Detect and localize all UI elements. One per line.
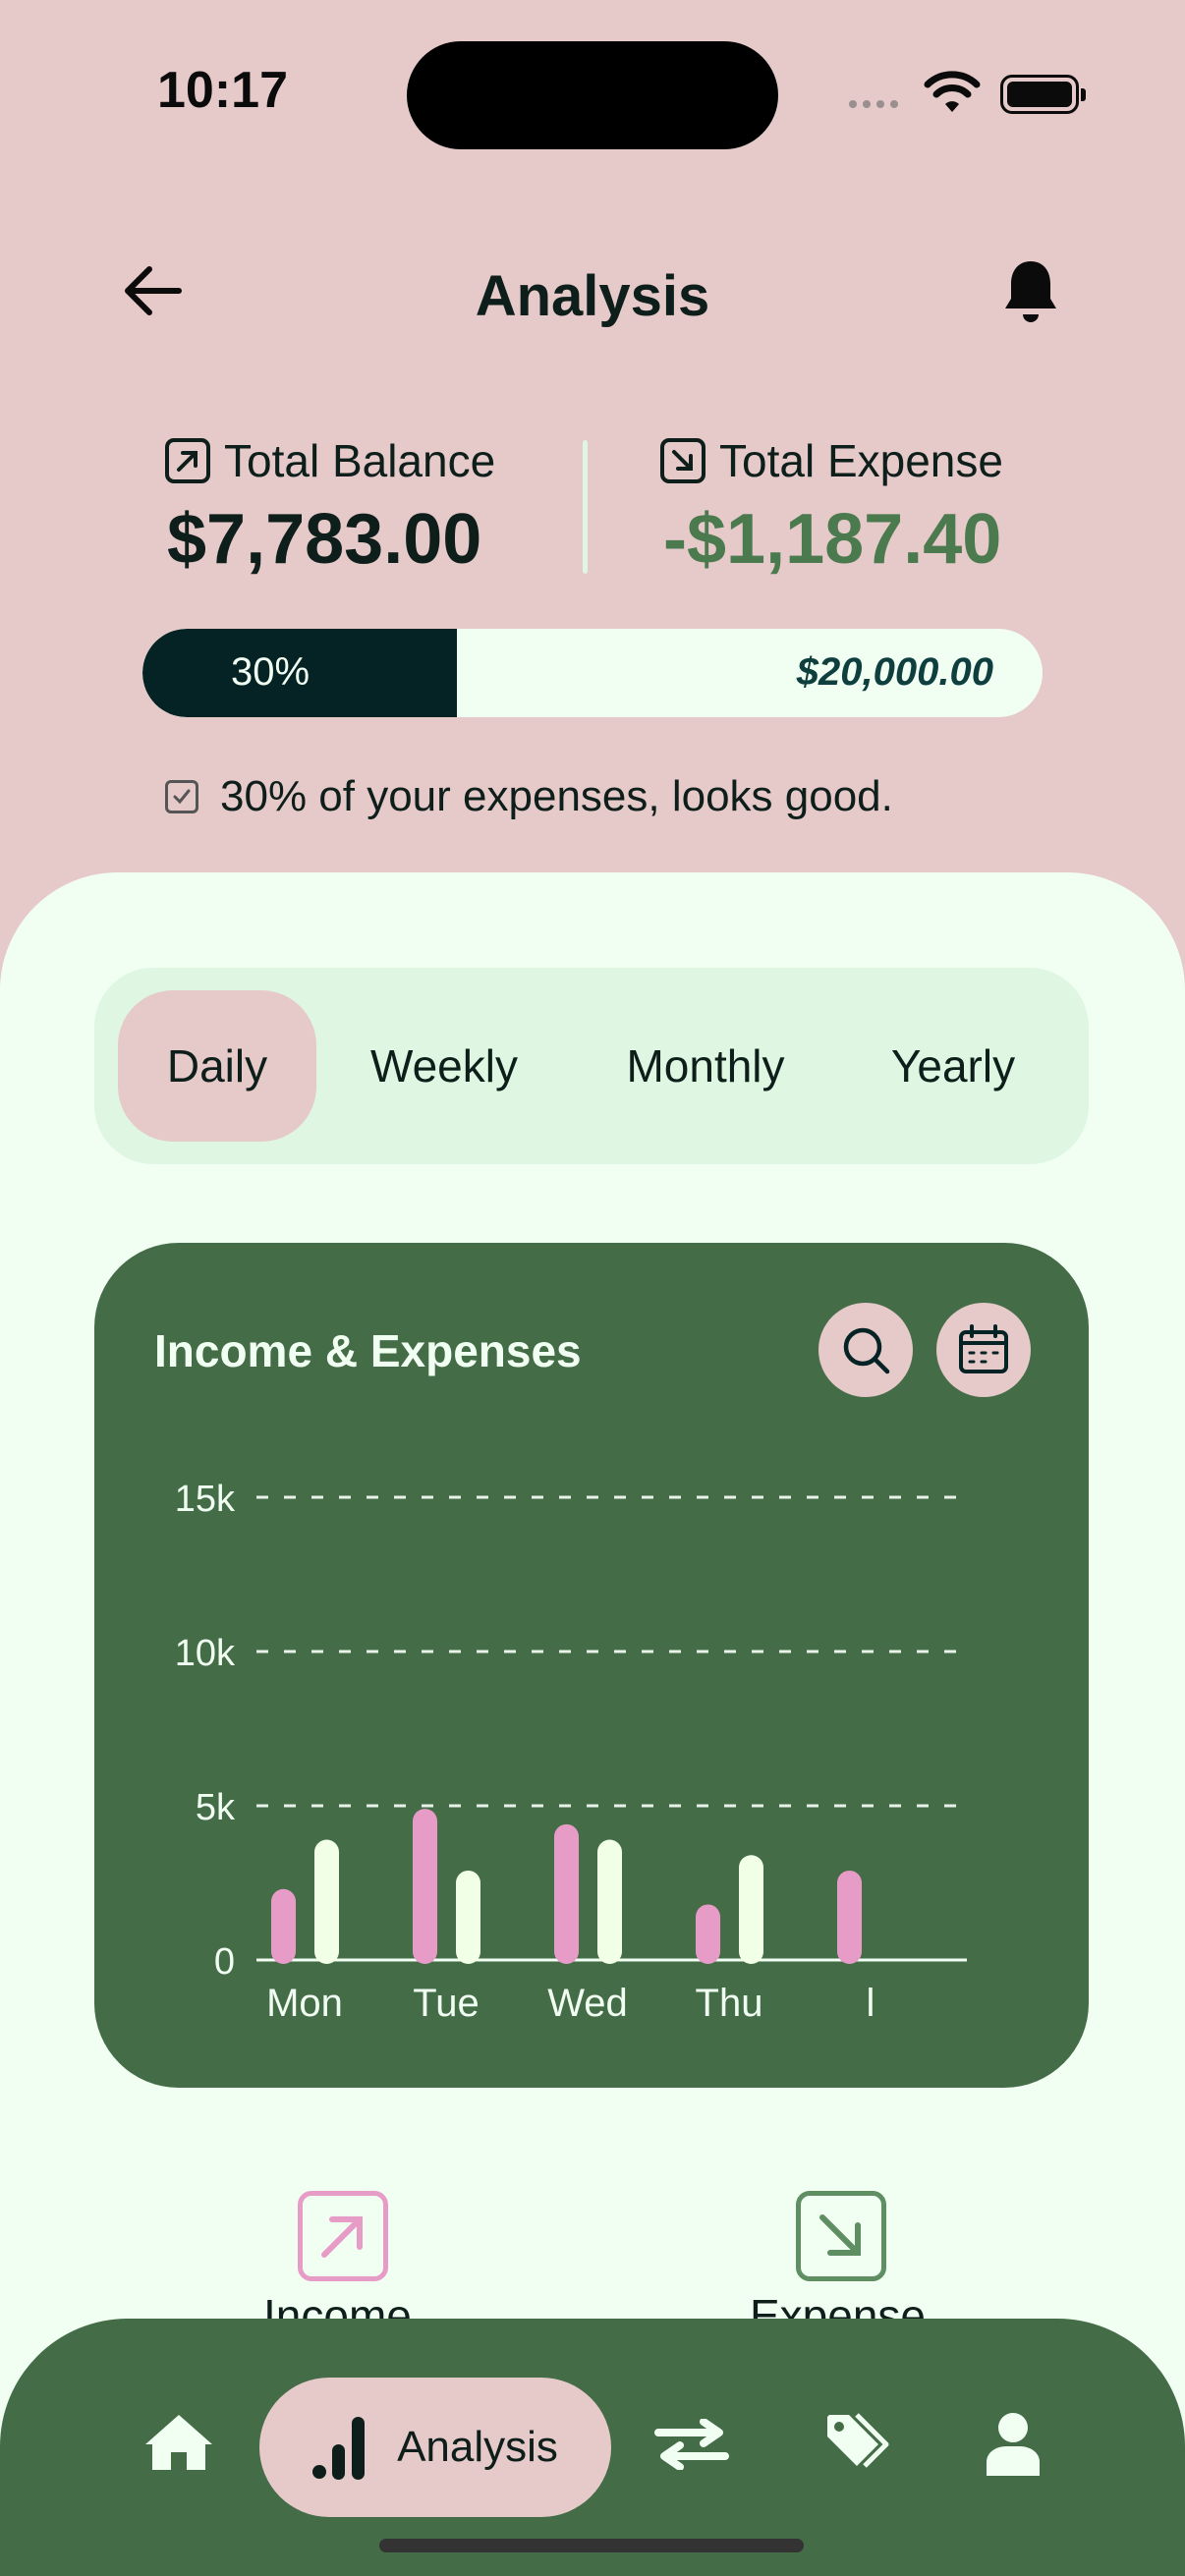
profile-icon	[987, 2413, 1040, 2476]
x-tick-label: l	[867, 1982, 875, 2025]
y-tick-label: 15k	[175, 1479, 236, 1520]
expense-note: 30% of your expenses, looks good.	[165, 772, 893, 821]
search-button[interactable]	[818, 1303, 913, 1397]
nav-profile[interactable]	[985, 2411, 1042, 2478]
tab-monthly[interactable]: Monthly	[601, 990, 810, 1142]
expense-icon-box	[796, 2191, 886, 2281]
arrow-down-right-icon	[819, 2214, 861, 2256]
chart-bar	[413, 1809, 437, 1964]
x-tick-label: Wed	[547, 1982, 628, 2025]
calendar-icon	[959, 1324, 1008, 1373]
status-time: 10:17	[157, 62, 288, 119]
home-indicator	[379, 2539, 804, 2552]
income-expense-chart: 15k 10k 5k 0 Mon Tue Wed Thu l	[175, 1479, 967, 2025]
arrow-up-right-icon	[165, 438, 210, 483]
notification-button[interactable]	[1002, 257, 1059, 331]
tab-yearly[interactable]: Yearly	[855, 990, 1051, 1142]
chart-bar	[314, 1839, 339, 1964]
summary-divider	[583, 440, 588, 574]
nav-analysis[interactable]: Analysis	[259, 2378, 611, 2517]
bell-icon	[1005, 261, 1056, 322]
battery-icon	[1000, 75, 1086, 114]
chart-bar	[554, 1823, 579, 1964]
nav-transactions[interactable]	[654, 2419, 729, 2470]
chart-bar	[597, 1839, 622, 1964]
progress-percent: 30%	[230, 650, 310, 694]
y-tick-label: 10k	[175, 1633, 236, 1674]
calendar-button[interactable]	[936, 1303, 1031, 1397]
analysis-icon	[312, 2417, 366, 2480]
x-tick-label: Thu	[696, 1982, 763, 2025]
y-tick-label: 0	[214, 1941, 235, 1983]
cellular-signal-icon	[849, 100, 898, 108]
progress-goal: $20,000.00	[796, 650, 993, 694]
transfer-icon	[654, 2419, 729, 2470]
chart-bar	[837, 1870, 862, 1964]
total-expense-label: Total Expense	[660, 434, 1003, 487]
arrow-up-right-icon	[321, 2216, 363, 2258]
arrow-down-right-icon	[660, 438, 705, 483]
search-icon	[843, 1327, 890, 1374]
expense-progress-bar: 30% $20,000.00	[142, 629, 1043, 717]
wifi-icon	[924, 71, 981, 119]
nav-categories[interactable]	[823, 2411, 890, 2472]
chart-bar	[696, 1904, 720, 1964]
checkbox-icon	[165, 780, 198, 813]
income-icon-box	[298, 2191, 388, 2281]
tab-daily[interactable]: Daily	[118, 990, 316, 1142]
dynamic-island	[407, 41, 778, 149]
chart-bar	[271, 1888, 296, 1964]
nav-home[interactable]	[143, 2411, 214, 2474]
nav-active-label: Analysis	[397, 2423, 558, 2471]
home-icon	[145, 2415, 212, 2470]
x-tick-label: Tue	[413, 1982, 479, 2025]
chart-bar	[739, 1855, 763, 1964]
total-balance-value: $7,783.00	[167, 500, 482, 579]
chart-bar	[456, 1870, 480, 1964]
y-tick-label: 5k	[196, 1787, 236, 1828]
total-balance-label: Total Balance	[165, 434, 495, 487]
total-expense-value: -$1,187.40	[663, 500, 1002, 579]
card-title: Income & Expenses	[154, 1325, 582, 1376]
tab-weekly[interactable]: Weekly	[346, 990, 542, 1142]
category-tag-icon	[827, 2413, 889, 2468]
x-tick-label: Mon	[266, 1982, 343, 2025]
